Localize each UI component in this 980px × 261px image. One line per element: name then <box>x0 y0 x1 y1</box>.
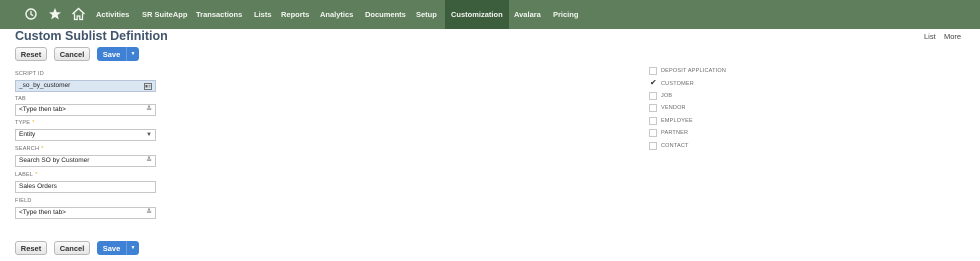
field-input[interactable]: <Type then tab> ≚ <box>15 207 156 219</box>
nav-documents[interactable]: Documents <box>365 0 406 29</box>
search-input[interactable]: Search SO by Customer ≚ <box>15 155 156 167</box>
tab-label: TAB <box>15 96 26 102</box>
tab-input[interactable]: <Type then tab> ≚ <box>15 104 156 116</box>
checkbox[interactable]: ✔ <box>649 78 657 88</box>
checkbox[interactable] <box>649 142 657 150</box>
home-icon[interactable] <box>69 4 87 24</box>
checkbox[interactable] <box>649 67 657 75</box>
required-icon: * <box>41 146 44 152</box>
nav-sr-suiteapp[interactable]: SR SuiteApp <box>142 0 187 29</box>
label-label: LABEL * <box>15 172 38 178</box>
reset-button-top[interactable]: Reset <box>15 47 47 61</box>
page-title: Custom Sublist Definition <box>15 29 168 43</box>
checkbox[interactable] <box>649 104 657 112</box>
id-card-icon <box>144 81 152 94</box>
cancel-button-top[interactable]: Cancel <box>54 47 90 61</box>
checkbox[interactable] <box>649 92 657 100</box>
nav-setup[interactable]: Setup <box>416 0 437 29</box>
label-input[interactable]: Sales Orders <box>15 181 156 193</box>
save-button-label: Save <box>97 47 127 61</box>
save-dropdown-arrow-icon[interactable]: ▼ <box>127 47 139 61</box>
required-icon: * <box>32 120 35 126</box>
checkbox-partner[interactable]: PARTNER <box>649 128 688 138</box>
checkbox-vendor[interactable]: VENDOR <box>649 103 686 113</box>
checkbox[interactable] <box>649 117 657 125</box>
more-link[interactable]: More <box>944 32 961 41</box>
reset-button-bottom[interactable]: Reset <box>15 241 47 255</box>
field-label: FIELD <box>15 198 32 204</box>
double-chevron-down-icon[interactable]: ≚ <box>146 208 152 218</box>
required-icon: * <box>35 172 38 178</box>
save-button-bottom[interactable]: Save ▼ <box>97 241 139 255</box>
star-icon[interactable] <box>46 4 64 24</box>
checkbox-deposit-application[interactable]: DEPOSIT APPLICATION <box>649 66 726 76</box>
nav-lists[interactable]: Lists <box>254 0 272 29</box>
recent-icon[interactable] <box>22 4 40 24</box>
top-navbar: Activities SR SuiteApp Transactions List… <box>0 0 980 29</box>
dropdown-arrow-icon[interactable]: ▼ <box>146 130 152 140</box>
nav-reports[interactable]: Reports <box>281 0 309 29</box>
type-label: TYPE * <box>15 120 35 126</box>
checkbox[interactable] <box>649 129 657 137</box>
script-id-field[interactable]: _so_by_customer <box>15 80 156 92</box>
cancel-button-bottom[interactable]: Cancel <box>54 241 90 255</box>
type-select[interactable]: Entity ▼ <box>15 129 156 141</box>
nav-activities[interactable]: Activities <box>96 0 129 29</box>
double-chevron-down-icon[interactable]: ≚ <box>146 156 152 166</box>
list-link[interactable]: List <box>924 32 936 41</box>
checkbox-contact[interactable]: CONTACT <box>649 141 689 151</box>
checkbox-employee[interactable]: EMPLOYEE <box>649 116 693 126</box>
save-button-top[interactable]: Save ▼ <box>97 47 139 61</box>
nav-analytics[interactable]: Analytics <box>320 0 353 29</box>
nav-transactions[interactable]: Transactions <box>196 0 242 29</box>
nav-avalara[interactable]: Avalara <box>514 0 541 29</box>
script-id-label: SCRIPT ID <box>15 71 44 77</box>
search-label: SEARCH * <box>15 146 44 152</box>
checkbox-job[interactable]: JOB <box>649 91 672 101</box>
double-chevron-down-icon[interactable]: ≚ <box>146 105 152 115</box>
nav-pricing[interactable]: Pricing <box>553 0 578 29</box>
nav-customization[interactable]: Customization <box>445 0 509 29</box>
checkbox-customer[interactable]: ✔ CUSTOMER <box>649 78 694 89</box>
checkmark-icon: ✔ <box>650 78 657 87</box>
save-dropdown-arrow-icon[interactable]: ▼ <box>127 241 139 255</box>
save-button-label: Save <box>97 241 127 255</box>
